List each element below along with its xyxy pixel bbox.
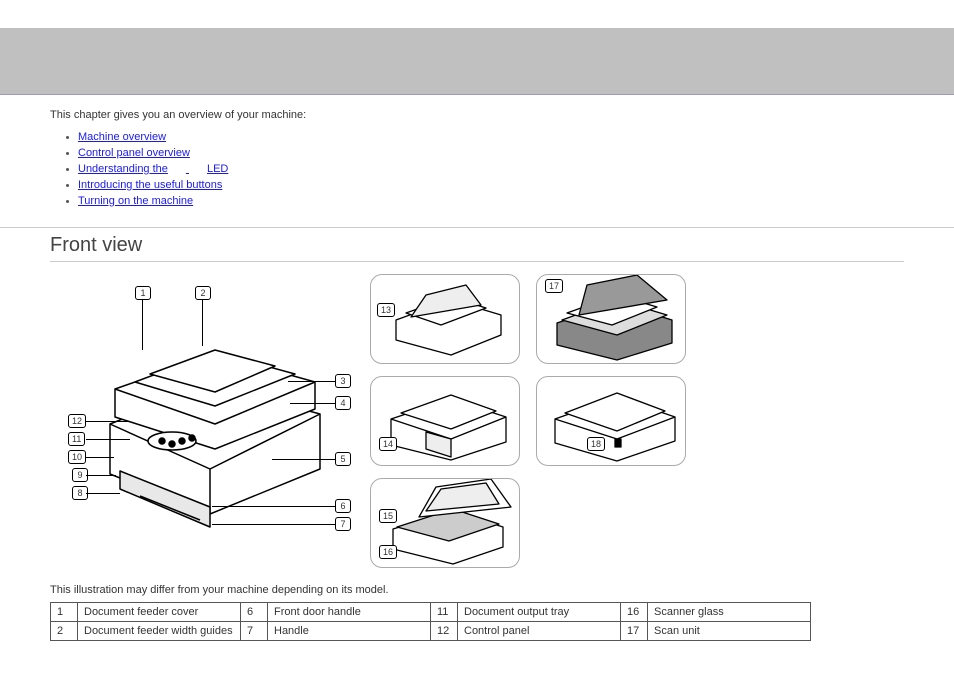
part-num: 1 — [51, 603, 78, 622]
part-label: Front door handle — [268, 603, 431, 622]
parts-table: 1 Document feeder cover 6 Front door han… — [50, 602, 811, 641]
table-row: 1 Document feeder cover 6 Front door han… — [51, 603, 811, 622]
toc-link-control-panel[interactable]: Control panel overview — [78, 147, 190, 159]
printer-illustration — [50, 274, 350, 564]
detail-view-13: 13 — [370, 274, 520, 364]
subheading-front-view: Front view — [50, 234, 904, 257]
part-label: Scan unit — [648, 622, 811, 641]
callout-18: 18 — [587, 437, 605, 451]
table-of-contents: Machine overview Control panel overview … — [50, 131, 904, 207]
toc-link-understanding-led[interactable]: Understanding the LED — [78, 163, 228, 175]
part-label: Scanner glass — [648, 603, 811, 622]
header-bar — [0, 28, 954, 95]
intro-text: This chapter gives you an overview of yo… — [50, 109, 904, 121]
part-num: 6 — [241, 603, 268, 622]
subheading-rule — [50, 261, 904, 262]
detail-view-18: 18 — [536, 376, 686, 466]
callout-15: 15 — [379, 509, 397, 523]
figure-area: 1 2 3 4 5 6 7 12 11 10 9 8 — [50, 274, 904, 568]
illustration-note: This illustration may differ from your m… — [0, 584, 954, 596]
printer-front-view-diagram: 1 2 3 4 5 6 7 12 11 10 9 8 — [50, 274, 350, 564]
callout-6: 6 — [335, 499, 351, 513]
part-label: Document feeder width guides — [78, 622, 241, 641]
callout-11: 11 — [68, 432, 85, 446]
detail-view-17: 17 — [536, 274, 686, 364]
detail-view-14: 14 — [370, 376, 520, 466]
callout-2: 2 — [195, 286, 211, 300]
part-num: 2 — [51, 622, 78, 641]
callout-17: 17 — [545, 279, 563, 293]
callout-16: 16 — [379, 545, 397, 559]
part-num: 11 — [431, 603, 458, 622]
callout-5: 5 — [335, 452, 351, 466]
detail-view-15-16: 15 16 — [370, 478, 520, 568]
callout-4: 4 — [335, 396, 351, 410]
toc-link-machine-overview[interactable]: Machine overview — [78, 131, 166, 143]
part-num: 7 — [241, 622, 268, 641]
part-label: Document feeder cover — [78, 603, 241, 622]
toc-link-useful-buttons[interactable]: Introducing the useful buttons — [78, 179, 222, 191]
callout-7: 7 — [335, 517, 351, 531]
part-num: 16 — [621, 603, 648, 622]
callout-3: 3 — [335, 374, 351, 388]
callout-12: 12 — [68, 414, 86, 428]
section-divider — [0, 227, 954, 228]
callout-10: 10 — [68, 450, 86, 464]
part-label: Handle — [268, 622, 431, 641]
detail-views-grid: 13 17 14 — [370, 274, 686, 568]
part-num: 17 — [621, 622, 648, 641]
callout-1: 1 — [135, 286, 151, 300]
part-label: Control panel — [458, 622, 621, 641]
part-label: Document output tray — [458, 603, 621, 622]
part-num: 12 — [431, 622, 458, 641]
table-row: 2 Document feeder width guides 7 Handle … — [51, 622, 811, 641]
callout-13: 13 — [377, 303, 395, 317]
callout-14: 14 — [379, 437, 397, 451]
toc-link-turning-on[interactable]: Turning on the machine — [78, 195, 193, 207]
